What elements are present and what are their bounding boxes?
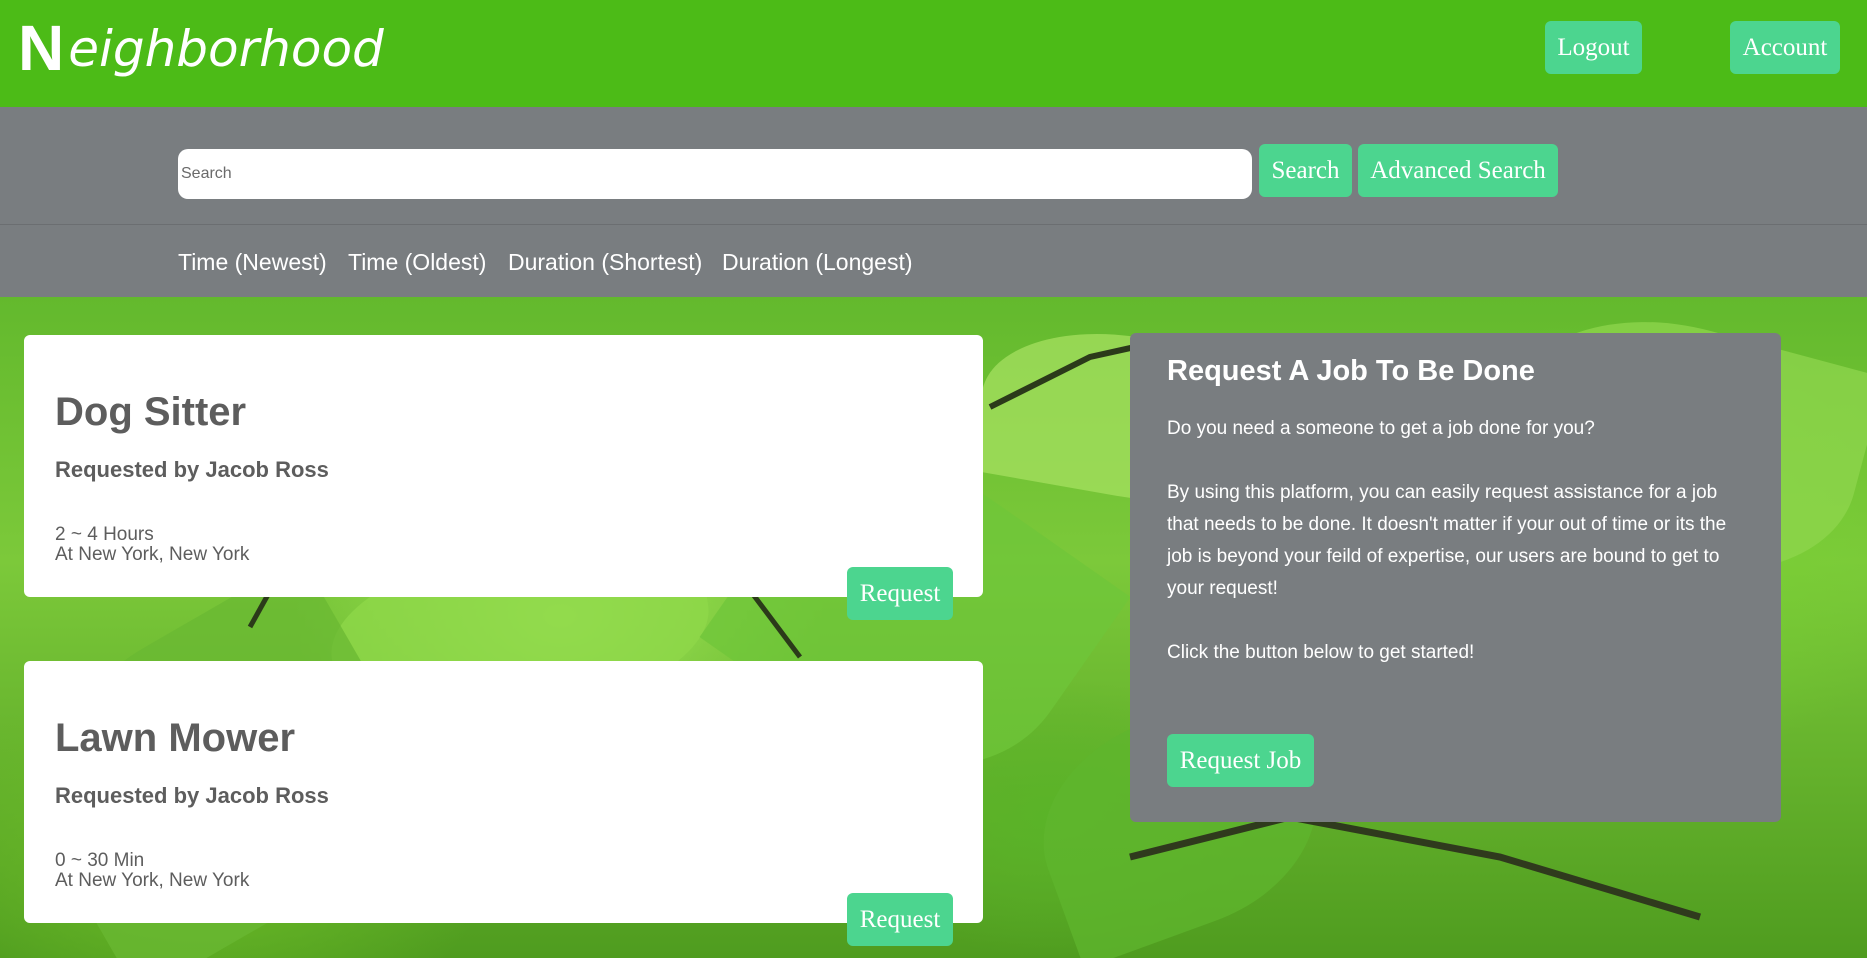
request-job-panel: Request A Job To Be Done Do you need a s… [1130, 333, 1781, 822]
sort-time-newest[interactable]: Time (Newest) [178, 249, 327, 276]
job-location: At New York, New York [55, 544, 250, 565]
panel-intro: Do you need a someone to get a job done … [1167, 418, 1595, 439]
request-job-button[interactable]: Request Job [1167, 734, 1314, 787]
neighborhood-logo[interactable]: N eighborhood [18, 12, 384, 84]
panel-body: By using this platform, you can easily r… [1167, 482, 1727, 599]
job-duration: 0 ~ 30 Min [55, 850, 145, 871]
logout-button[interactable]: Logout [1545, 21, 1642, 74]
request-button[interactable]: Request [847, 567, 953, 620]
top-navbar: N eighborhood Logout Account [0, 0, 1867, 107]
sort-duration-longest[interactable]: Duration (Longest) [722, 249, 913, 276]
job-requester: Requested by Jacob Ross [55, 783, 329, 808]
job-location: At New York, New York [55, 870, 250, 891]
logo-wordmark: eighborhood [68, 20, 384, 78]
job-title: Lawn Mower [55, 716, 296, 760]
panel-title: Request A Job To Be Done [1167, 355, 1535, 387]
job-requester: Requested by Jacob Ross [55, 457, 329, 482]
sort-time-oldest[interactable]: Time (Oldest) [348, 249, 486, 276]
advanced-search-button[interactable]: Advanced Search [1358, 144, 1558, 197]
search-button[interactable]: Search [1259, 144, 1352, 197]
search-input[interactable] [178, 149, 1252, 199]
job-title: Dog Sitter [55, 390, 247, 434]
panel-cta-text: Click the button below to get started! [1167, 642, 1475, 663]
job-card: Lawn Mower Requested by Jacob Ross 0 ~ 3… [24, 661, 983, 946]
job-duration: 2 ~ 4 Hours [55, 524, 154, 545]
sort-bar: Time (Newest) Time (Oldest) Duration (Sh… [0, 224, 1867, 297]
logo-mark: N [18, 12, 64, 84]
sort-duration-shortest[interactable]: Duration (Shortest) [508, 249, 702, 276]
request-button[interactable]: Request [847, 893, 953, 946]
job-card: Dog Sitter Requested by Jacob Ross 2 ~ 4… [24, 335, 983, 620]
account-button[interactable]: Account [1730, 21, 1840, 74]
